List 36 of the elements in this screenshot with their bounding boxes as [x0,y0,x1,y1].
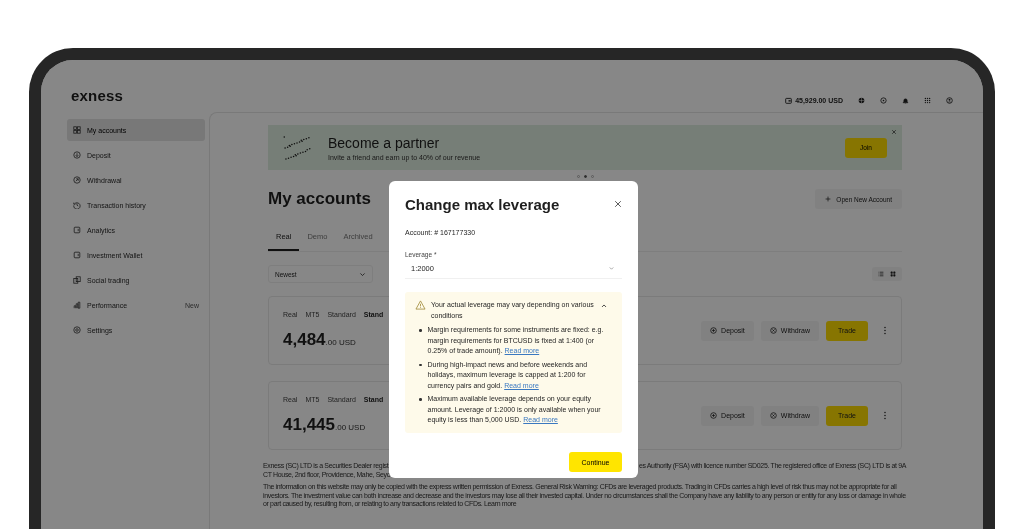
account-balance: 41,445 [283,415,335,435]
close-icon[interactable] [614,200,622,208]
dialog-title: Change max leverage [405,195,560,213]
plus-circle-icon [710,327,718,334]
chevron-icon[interactable] [600,302,608,310]
chevron-icon [608,264,615,272]
account-balance: 4,484 [283,330,326,350]
x-circle-icon [769,327,777,334]
close-icon[interactable] [891,129,897,135]
globe-icon[interactable] [858,97,865,104]
apps-icon[interactable] [924,97,931,104]
wallet-icon [785,97,793,104]
warning-icon [415,300,426,310]
grid-icon [73,126,81,134]
plus-circle-icon [710,412,718,419]
list-view-icon[interactable] [878,271,884,277]
x-circle-icon [769,412,777,419]
carousel-dot[interactable] [583,174,587,178]
copy-icon [73,276,81,284]
balance-decimals: .00 USD [325,338,356,347]
user-icon[interactable] [946,97,953,104]
wallet-icon [73,251,81,259]
plus-icon [825,196,832,202]
bell-icon[interactable] [902,97,909,104]
bar-chart-icon [73,301,81,309]
bullet-icon [419,398,422,401]
logo: exness [71,88,124,104]
settings-icon [73,326,81,334]
page-title: My accounts [268,189,371,209]
balance-decimals: .00 USD [335,423,366,432]
grid-view-icon[interactable] [890,271,896,277]
banner-title: Become a partner [328,134,441,151]
bullet-icon [419,329,422,332]
chevron-icon [359,270,366,278]
bullet-icon [419,363,422,366]
history-icon [73,201,81,209]
